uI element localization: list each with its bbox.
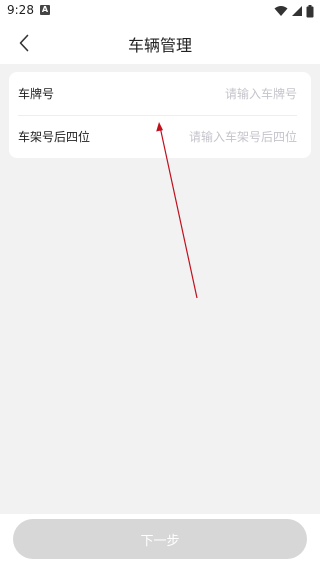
- vin-last-four-label: 车架号后四位: [18, 130, 91, 144]
- content-area: 车牌号 车架号后四位: [0, 64, 320, 514]
- status-bar: 9:28 A: [0, 0, 320, 22]
- vin-last-four-input[interactable]: [90, 129, 297, 144]
- next-step-button[interactable]: 下一步: [13, 519, 307, 559]
- vehicle-form-card: 车牌号 车架号后四位: [9, 72, 311, 158]
- battery-icon: [306, 4, 314, 17]
- bottom-bar: 下一步: [0, 514, 320, 568]
- status-icons: [274, 4, 314, 18]
- vin-last-four-row: 车架号后四位: [9, 115, 311, 158]
- notification-badge-icon: A: [40, 5, 50, 15]
- plate-number-input[interactable]: [54, 86, 297, 101]
- page-title: 车辆管理: [127, 36, 192, 55]
- nav-bar: 车辆管理: [0, 22, 320, 64]
- wifi-icon: [274, 6, 288, 16]
- back-button[interactable]: [10, 30, 38, 56]
- plate-number-label: 车牌号: [18, 87, 55, 101]
- plate-number-row: 车牌号: [9, 72, 311, 115]
- status-time: 9:28: [7, 3, 34, 17]
- chevron-left-icon: [19, 34, 29, 52]
- signal-icon: [292, 6, 302, 16]
